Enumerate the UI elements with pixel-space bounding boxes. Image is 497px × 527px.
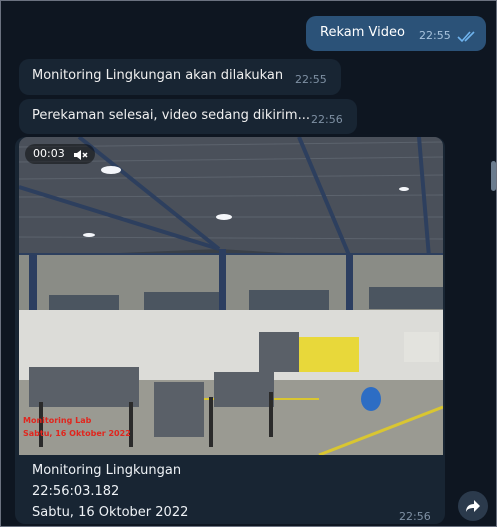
video-duration: 00:03 <box>33 147 65 160</box>
message-time: 22:55 <box>419 29 451 42</box>
video-duration-badge: 00:03 <box>25 144 95 164</box>
message-text: Perekaman selesai, video sedang dikirim.… <box>32 108 310 123</box>
message-time: 22:56 <box>311 113 343 126</box>
video-thumbnail[interactable]: 00:03 Monitoring Lab Sabtu, 16 Oktober 2… <box>19 137 443 455</box>
chat-window: Rekam Video 22:55 Monitoring Lingkungan … <box>0 0 497 527</box>
incoming-message[interactable]: Monitoring Lingkungan akan dilakukan 22:… <box>19 59 341 95</box>
forward-button[interactable] <box>458 491 488 521</box>
muted-speaker-icon[interactable] <box>73 147 89 161</box>
incoming-message[interactable]: Perekaman selesai, video sedang dikirim.… <box>19 99 357 134</box>
message-time: 22:56 <box>399 510 431 523</box>
video-stamp-line2: Sabtu, 16 Oktober 2022 <box>23 429 131 438</box>
scrollbar[interactable] <box>491 161 496 191</box>
video-message[interactable]: 00:03 Monitoring Lab Sabtu, 16 Oktober 2… <box>15 137 445 524</box>
video-caption-date: Sabtu, 16 Oktober 2022 <box>32 505 189 520</box>
video-stamp-line1: Monitoring Lab <box>23 416 92 425</box>
message-text: Rekam Video <box>320 25 405 40</box>
message-time: 22:55 <box>295 73 327 86</box>
message-text: Monitoring Lingkungan akan dilakukan <box>32 68 284 83</box>
warehouse-scene-image <box>19 137 443 455</box>
double-check-icon <box>456 28 480 43</box>
outgoing-message[interactable]: Rekam Video 22:55 <box>306 16 486 51</box>
video-caption-time: 22:56:03.182 <box>32 484 120 499</box>
video-caption-title: Monitoring Lingkungan <box>32 463 182 478</box>
